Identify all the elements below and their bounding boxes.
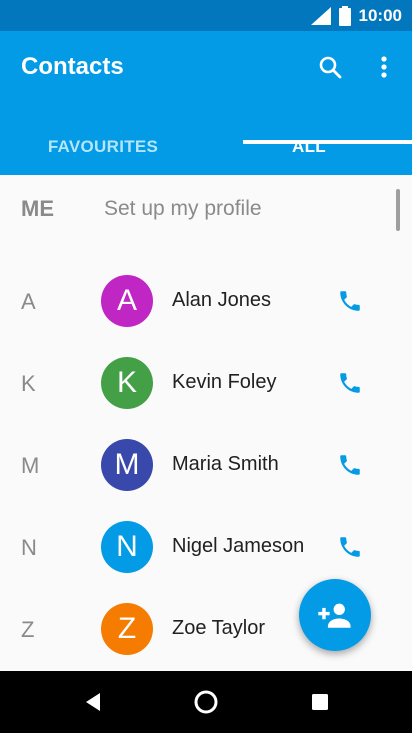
back-button[interactable]	[78, 687, 108, 717]
app-bar: Contacts FAVOURITES ALL	[0, 31, 412, 175]
tab-all[interactable]: ALL	[206, 119, 412, 175]
status-bar: 10:00	[0, 0, 412, 31]
tab-indicator	[243, 140, 412, 144]
back-icon	[86, 693, 100, 711]
add-person-icon	[318, 603, 351, 628]
contact-row[interactable]: N N Nigel Jameson	[0, 506, 412, 588]
contact-row[interactable]: M M Maria Smith	[0, 424, 412, 506]
signal-icon	[310, 7, 331, 25]
section-letter: K	[21, 371, 36, 396]
tab-favourites[interactable]: FAVOURITES	[0, 119, 206, 175]
recents-button[interactable]	[305, 687, 335, 717]
more-options-button[interactable]	[366, 49, 402, 85]
home-icon	[194, 690, 218, 714]
call-button[interactable]	[335, 450, 365, 480]
call-button[interactable]	[335, 368, 365, 398]
contact-name: Nigel Jameson	[172, 535, 305, 557]
profile-row[interactable]: ME Set up my profile	[0, 175, 412, 245]
tab-bar: FAVOURITES ALL	[0, 119, 412, 175]
section-letter: Z	[21, 617, 35, 642]
contact-name: Alan Jones	[172, 289, 271, 311]
status-time: 10:00	[358, 6, 402, 25]
search-icon	[319, 56, 342, 79]
add-contact-button[interactable]	[299, 579, 371, 651]
contact-row[interactable]: A A Alan Jones	[0, 260, 412, 342]
avatar: A	[101, 275, 153, 327]
scrollbar[interactable]	[396, 189, 400, 231]
phone-icon	[340, 373, 360, 393]
app-title: Contacts	[21, 53, 124, 80]
contact-name: Kevin Foley	[172, 371, 277, 393]
phone-icon	[340, 291, 360, 311]
battery-icon	[338, 6, 351, 26]
call-button[interactable]	[335, 286, 365, 316]
contact-row[interactable]: K K Kevin Foley	[0, 342, 412, 424]
search-button[interactable]	[312, 49, 348, 85]
contact-name: Maria Smith	[172, 453, 279, 475]
setup-profile-label: Set up my profile	[104, 197, 262, 220]
avatar: N	[101, 521, 153, 573]
section-letter: M	[21, 453, 40, 478]
avatar: M	[101, 439, 153, 491]
status-icons: 10:00	[310, 5, 402, 27]
phone-icon	[340, 537, 360, 557]
contact-name: Zoe Taylor	[172, 617, 266, 639]
recents-icon	[312, 694, 328, 710]
section-letter: A	[21, 289, 36, 314]
section-letter: N	[21, 535, 37, 560]
avatar: Z	[101, 603, 153, 655]
home-button[interactable]	[191, 687, 221, 717]
call-button[interactable]	[335, 532, 365, 562]
system-nav-bar	[0, 671, 412, 733]
avatar: K	[101, 357, 153, 409]
profile-section-label: ME	[21, 196, 54, 221]
more-vert-icon	[381, 56, 387, 78]
phone-icon	[340, 455, 360, 475]
